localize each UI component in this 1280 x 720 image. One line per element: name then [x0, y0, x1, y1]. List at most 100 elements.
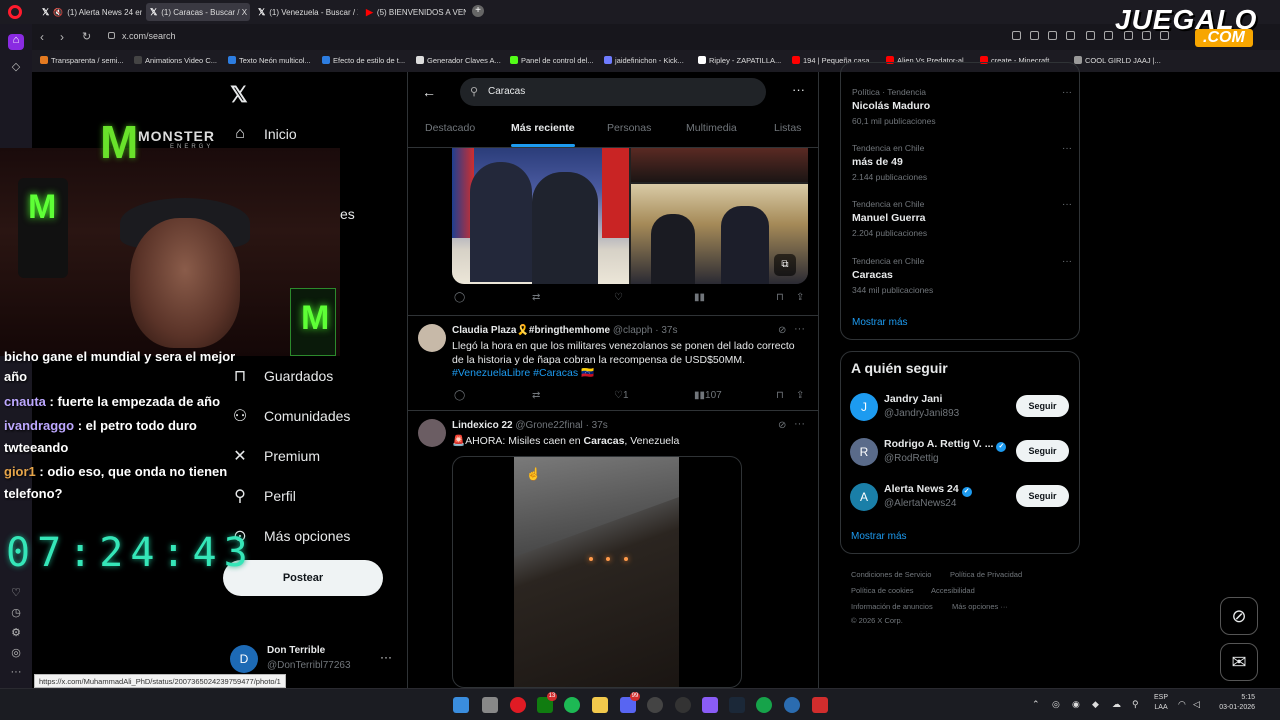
post-media-grid[interactable]: ⧉ [452, 148, 808, 284]
messages-fab-icon[interactable]: ✉ [1220, 643, 1258, 681]
like-icon[interactable]: ♡ 1 [614, 390, 629, 401]
account-switcher[interactable]: D Don Terrible @DonTerribl77263 ··· [230, 642, 400, 676]
browser-tab[interactable]: 𝕏 🔇 (1) Alerta News 24 en [38, 3, 142, 21]
bookmark-item[interactable]: Texto Neón multicol... [228, 56, 311, 65]
obs-icon[interactable] [647, 697, 663, 713]
browser-tab-active[interactable]: 𝕏 (1) Caracas - Buscar / X [146, 3, 250, 21]
avatar[interactable]: J [850, 393, 878, 421]
grok-fab-icon[interactable]: ⊘ [1220, 597, 1258, 635]
bookmark-icon[interactable]: ⊓ [776, 390, 784, 401]
follow-button[interactable]: Seguir [1016, 440, 1069, 462]
search-input[interactable]: ⚲ Caracas [460, 78, 766, 106]
bookmark-item[interactable]: Panel de control del... [510, 56, 594, 65]
more-icon[interactable]: ··· [1062, 143, 1072, 154]
nav-perfil[interactable]: ⚲ Perfil [230, 486, 296, 506]
back-arrow-icon[interactable]: ← [422, 84, 436, 100]
footer-link[interactable]: Información de anuncios [851, 602, 933, 611]
footer-link[interactable]: Accesibilidad [931, 586, 975, 595]
avatar[interactable] [418, 419, 446, 447]
folder-icon[interactable] [592, 697, 608, 713]
bookmark-item[interactable]: jaidefinichon - Kick... [604, 56, 684, 65]
nav-guardados[interactable]: ⊓ Guardados [230, 366, 334, 386]
footer-link[interactable]: Política de cookies [851, 586, 914, 595]
tab-listas[interactable]: Listas [774, 122, 801, 134]
repost-icon[interactable]: ⇄ [532, 292, 540, 303]
url-field[interactable]: x.com/search [122, 31, 176, 41]
share-icon[interactable]: ⇪ [796, 292, 804, 303]
history-icon[interactable]: ◷ [8, 606, 24, 622]
spotify-icon[interactable] [564, 697, 580, 713]
heart-icon[interactable] [1104, 31, 1113, 40]
tray-icon[interactable]: ☁ [1112, 699, 1121, 710]
tab-mas-reciente[interactable]: Más reciente [511, 122, 575, 134]
more-icon[interactable]: ··· [1062, 256, 1072, 267]
x-logo-icon[interactable]: 𝕏 [230, 82, 248, 108]
volume-icon[interactable]: ◁ [1193, 699, 1200, 710]
app-icon[interactable] [675, 697, 691, 713]
more-icon[interactable]: ··· [380, 650, 392, 664]
bookmark-item[interactable]: Transparenta / semi... [40, 56, 124, 65]
browser-tab[interactable]: 𝕏 (1) Venezuela - Buscar / X [254, 3, 358, 21]
task-view-icon[interactable] [482, 697, 498, 713]
app-icon[interactable] [756, 697, 772, 713]
bookmark-item[interactable]: Ripley - ZAPATILLA... [698, 56, 781, 65]
app-icon[interactable] [812, 697, 828, 713]
like-icon[interactable]: ♡ [614, 292, 623, 303]
reload-icon[interactable]: ↻ [82, 30, 91, 43]
bulb-icon[interactable]: ◎ [8, 646, 24, 662]
nav-comunidades[interactable]: ⚇ Comunidades [230, 406, 351, 426]
opera-icon[interactable] [510, 697, 526, 713]
follow-suggestion[interactable]: A Alerta News 24 ✓ @AlertaNews24 Seguir [850, 481, 1070, 515]
browser-tab[interactable]: ▶ (5) BIENVENIDOS A VENE [362, 3, 466, 21]
opera-logo-icon[interactable] [8, 5, 22, 19]
views-icon[interactable]: ▮▮ [694, 292, 705, 303]
settings-icon[interactable]: ⚙ [8, 626, 24, 642]
share-icon[interactable]: ⇪ [796, 390, 804, 401]
more-icon[interactable]: ··· [8, 666, 24, 682]
show-more-link[interactable]: Mostrar más [851, 531, 907, 542]
language-indicator[interactable]: ESP LAA [1154, 693, 1168, 713]
footer-link[interactable]: Política de Privacidad [950, 570, 1022, 579]
shield-icon[interactable] [1066, 31, 1075, 40]
steam-icon[interactable] [729, 697, 745, 713]
footer-link[interactable]: Más opciones ··· [952, 602, 1008, 611]
repost-icon[interactable]: ⇄ [532, 390, 540, 401]
avatar[interactable]: A [850, 483, 878, 511]
nav-premium[interactable]: ✕ Premium [230, 446, 320, 466]
camera-icon[interactable] [1048, 31, 1057, 40]
tray-icon[interactable]: ◆ [1092, 699, 1099, 710]
more-icon[interactable]: ··· [1062, 87, 1072, 98]
nav-inicio[interactable]: ⌂ Inicio [230, 125, 297, 143]
footer-link[interactable]: Condiciones de Servicio [851, 570, 931, 579]
post-photo[interactable] [631, 148, 808, 182]
zoom-icon[interactable] [1030, 31, 1039, 40]
follow-suggestion[interactable]: R Rodrigo A. Rettig V. ... ✓ @RodRettig S… [850, 436, 1070, 470]
views-icon[interactable]: ▮▮ 107 [694, 390, 722, 401]
video-frame[interactable] [514, 457, 679, 687]
reply-icon[interactable]: ◯ [454, 292, 465, 303]
reply-icon[interactable]: ◯ [454, 390, 465, 401]
more-icon[interactable]: ··· [794, 323, 805, 335]
follow-button[interactable]: Seguir [1016, 485, 1069, 507]
home-icon[interactable]: ⌂ [8, 34, 24, 50]
heart-icon[interactable]: ♡ [8, 586, 24, 602]
grok-icon[interactable]: ⊘ [778, 420, 786, 431]
mute-icon[interactable]: 🔇 [53, 8, 63, 17]
avatar[interactable]: R [850, 438, 878, 466]
tray-icon[interactable]: ◎ [1052, 699, 1060, 710]
app-icon[interactable] [784, 697, 800, 713]
follow-button[interactable]: Seguir [1016, 395, 1069, 417]
bookmark-item[interactable]: Generador Claves A... [416, 56, 501, 65]
bookmark-item[interactable]: Efecto de estilo de t... [322, 56, 405, 65]
nav-partial[interactable]: es [340, 206, 355, 222]
follow-suggestion[interactable]: J Jandry Jani @JandryJani893 Seguir [850, 391, 1070, 425]
more-icon[interactable]: ··· [1062, 199, 1072, 210]
windows-start-icon[interactable] [453, 697, 469, 713]
wifi-icon[interactable]: ◠ [1178, 699, 1186, 710]
lock-icon[interactable] [108, 32, 115, 39]
new-tab-button[interactable]: + [472, 5, 484, 17]
post-photo[interactable] [452, 148, 629, 284]
tab-personas[interactable]: Personas [607, 122, 651, 134]
show-more-link[interactable]: Mostrar más [852, 317, 908, 328]
bookmark-item[interactable]: Animations Video C... [134, 56, 217, 65]
